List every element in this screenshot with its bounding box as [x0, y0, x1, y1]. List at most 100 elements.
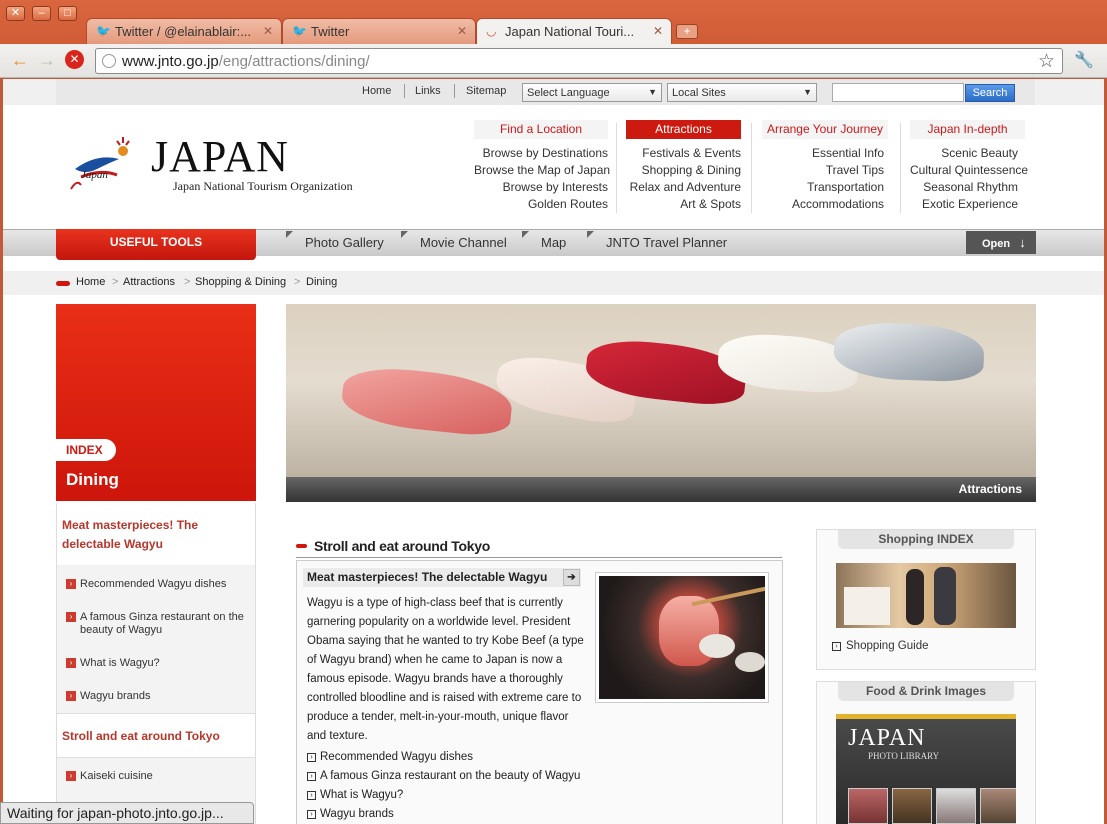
tab-japan-national-tourism[interactable]: ◡ Japan National Touri... ✕	[476, 18, 672, 45]
divider	[454, 84, 455, 98]
breadcrumb-attractions[interactable]: Attractions	[123, 276, 175, 288]
back-arrow-icon[interactable]: ←	[11, 51, 29, 69]
article-link[interactable]: › A famous Ginza restaurant on the beauty…	[307, 770, 580, 782]
left-item-label: Recommended Wagyu dishes	[80, 578, 227, 590]
arrow-box-icon: ›	[307, 772, 316, 781]
left-section-tokyo[interactable]: Stroll and eat around Tokyo	[62, 727, 220, 746]
left-item-label: A famous Ginza restaurant on the beauty …	[80, 611, 244, 636]
article-link[interactable]: › Wagyu brands	[307, 808, 394, 820]
breadcrumb-marker-icon	[56, 281, 70, 286]
nav-movie-channel[interactable]: Movie Channel	[420, 235, 507, 250]
article-title[interactable]: Meat masterpieces! The delectable Wagyu ➔	[303, 568, 581, 587]
menu-link[interactable]: Festivals & Events	[626, 145, 741, 162]
jnto-logo[interactable]: Japan JAPAN Japan National Tourism Organ…	[67, 129, 367, 204]
address-bar[interactable]: www.jnto.go.jp/eng/attractions/dining/ ☆	[95, 48, 1063, 74]
util-link-sitemap[interactable]: Sitemap	[466, 85, 506, 97]
article-link[interactable]: › What is Wagyu?	[307, 789, 403, 801]
local-sites-dropdown[interactable]: Local Sites ▼	[667, 83, 817, 102]
loading-spinner-icon: ◡	[486, 24, 497, 38]
menu-head-arrange-journey[interactable]: Arrange Your Journey	[762, 120, 888, 139]
utility-bar: Home Links Sitemap Select Language ▼ Loca…	[3, 79, 1104, 105]
photo-thumbnail[interactable]	[936, 788, 976, 824]
select-language-dropdown[interactable]: Select Language ▼	[522, 83, 662, 102]
menu-head-japan-in-depth[interactable]: Japan In-depth	[910, 120, 1025, 139]
close-tab-icon[interactable]: ✕	[653, 24, 663, 38]
article-link[interactable]: › Recommended Wagyu dishes	[307, 751, 473, 763]
open-tools-button[interactable]: Open ↓	[966, 231, 1036, 254]
menu-link[interactable]: Relax and Adventure	[626, 179, 741, 196]
menu-link[interactable]: Transportation	[762, 179, 884, 196]
url-host: www.jnto.go.jp	[122, 53, 219, 70]
menu-head-find-location[interactable]: Find a Location	[474, 120, 608, 139]
left-item[interactable]: › What is Wagyu?	[66, 657, 160, 670]
close-window-icon[interactable]: ✕	[6, 6, 25, 21]
maximize-window-icon[interactable]: □	[58, 6, 77, 21]
left-section-wagyu[interactable]: Meat masterpieces! The delectable Wagyu	[62, 516, 242, 554]
menu-link[interactable]: Travel Tips	[762, 162, 884, 179]
left-item[interactable]: › A famous Ginza restaurant on the beauty…	[66, 611, 256, 637]
left-item-label: Kaiseki cuisine	[80, 770, 153, 782]
section-heading-text: Stroll and eat around Tokyo	[314, 538, 490, 554]
bookmark-star-icon[interactable]: ☆	[1038, 50, 1055, 73]
wrench-settings-icon[interactable]: 🔧	[1074, 52, 1094, 70]
menu-link[interactable]: Browse the Map of Japan	[474, 162, 610, 179]
menu-link[interactable]: Seasonal Rhythm	[910, 179, 1018, 196]
stop-loading-icon[interactable]: ✕	[65, 50, 84, 69]
logo-script-text: Japan	[81, 169, 108, 181]
twitter-bird-icon: 🐦	[96, 24, 111, 38]
menu-link[interactable]: Browse by Interests	[474, 179, 608, 196]
close-tab-icon[interactable]: ✕	[263, 24, 273, 38]
dropdown-arrow-icon: ▼	[803, 87, 812, 97]
left-item[interactable]: › Kaiseki cuisine	[66, 770, 153, 783]
close-tab-icon[interactable]: ✕	[457, 24, 467, 38]
useful-tools-button[interactable]: USEFUL TOOLS	[56, 229, 256, 260]
menu-find-location: Find a Location Browse by Destinations B…	[474, 120, 610, 213]
left-item[interactable]: › Recommended Wagyu dishes	[66, 578, 226, 591]
menu-head-attractions[interactable]: Attractions	[626, 120, 741, 139]
search-button[interactable]: Search	[965, 84, 1015, 102]
left-index-nav: Meat masterpieces! The delectable Wagyu …	[56, 503, 256, 824]
breadcrumb-separator: >	[294, 276, 301, 288]
tab-label: Japan National Touri...	[505, 24, 635, 39]
open-label: Open	[982, 238, 1011, 250]
arrow-right-icon[interactable]: ➔	[563, 569, 580, 586]
nav-photo-gallery[interactable]: Photo Gallery	[305, 235, 384, 250]
breadcrumb-home[interactable]: Home	[76, 276, 105, 288]
wagyu-photo[interactable]	[595, 572, 769, 703]
menu-link[interactable]: Scenic Beauty	[910, 145, 1018, 162]
menu-link[interactable]: Golden Routes	[474, 196, 608, 213]
tab-twitter[interactable]: 🐦 Twitter ✕	[282, 18, 476, 44]
menu-link[interactable]: Exotic Experience	[910, 196, 1018, 213]
forward-arrow-icon[interactable]: →	[38, 51, 56, 69]
menu-link[interactable]: Accommodations	[762, 196, 884, 213]
shopping-photo[interactable]	[836, 563, 1016, 628]
left-item[interactable]: › Wagyu brands	[66, 690, 151, 703]
corner-marker-icon	[286, 231, 293, 238]
breadcrumb-shopping-dining[interactable]: Shopping & Dining	[195, 276, 286, 288]
photo-thumbnail[interactable]	[980, 788, 1016, 824]
util-link-home[interactable]: Home	[362, 85, 391, 97]
logo-wordmark: JAPAN	[151, 131, 289, 182]
sushi-piece	[339, 363, 515, 439]
menu-link[interactable]: Essential Info	[762, 145, 884, 162]
new-tab-button[interactable]: +	[676, 24, 698, 39]
menu-link[interactable]: Art & Spots	[626, 196, 741, 213]
util-link-links[interactable]: Links	[415, 85, 441, 97]
site-search-input[interactable]	[832, 83, 964, 102]
menu-attractions: Attractions Festivals & Events Shopping …	[626, 120, 741, 213]
menu-link[interactable]: Browse by Destinations	[474, 145, 608, 162]
menu-link[interactable]: Cultural Quintessence	[910, 162, 1028, 179]
logo-wordmark-text: JAPAN	[151, 132, 289, 181]
arrow-bullet-icon: ›	[66, 579, 76, 589]
photo-thumbnail[interactable]	[848, 788, 888, 824]
minimize-window-icon[interactable]: –	[32, 6, 51, 21]
japan-photo-library-banner[interactable]: JAPAN PHOTO LIBRARY	[836, 714, 1016, 824]
tab-label: Twitter	[311, 24, 350, 39]
menu-link[interactable]: Shopping & Dining	[626, 162, 741, 179]
photo-thumbnail[interactable]	[892, 788, 932, 824]
shopping-guide-link[interactable]: › Shopping Guide	[832, 640, 928, 652]
tab-twitter-elainablair[interactable]: 🐦 Twitter / @elainablair:... ✕	[86, 18, 282, 44]
nav-travel-planner[interactable]: JNTO Travel Planner	[606, 235, 727, 250]
tab-label: Twitter / @elainablair:...	[115, 24, 252, 39]
nav-map[interactable]: Map	[541, 235, 566, 250]
